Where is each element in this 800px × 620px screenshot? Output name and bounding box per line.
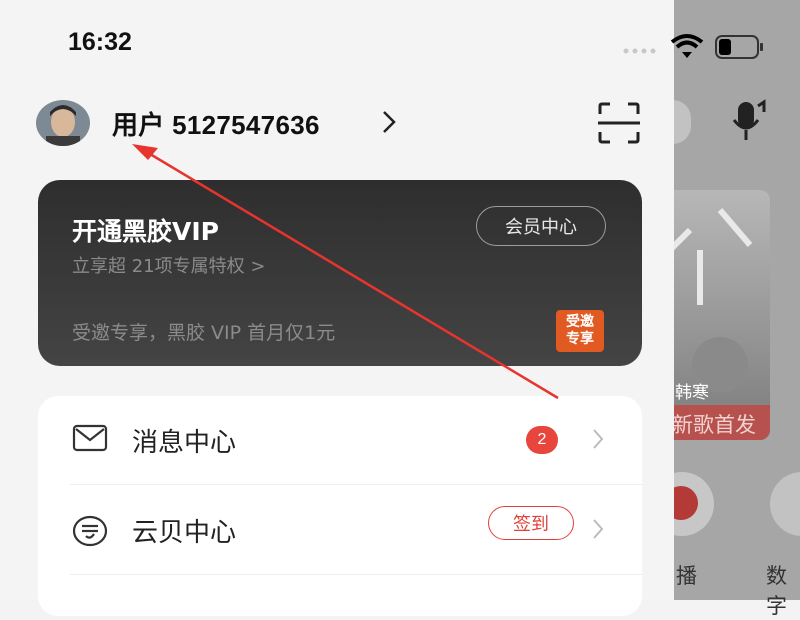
status-icons <box>623 34 763 59</box>
background-card-banner: 新歌首发 <box>660 405 770 440</box>
invite-badge: 受邀 专享 <box>556 310 604 352</box>
user-row[interactable]: 用户 5127547636 <box>36 100 656 150</box>
background-card-banner-text: 新歌首发 <box>672 413 756 437</box>
status-time: 16:32 <box>68 28 132 56</box>
background-label-2: 数字 <box>766 564 787 618</box>
vip-title: 开通黑胶VIP <box>72 217 219 246</box>
divider <box>70 574 642 575</box>
chevron-right-icon <box>593 519 604 539</box>
menu-card: 消息中心 2 云贝中心 签到 <box>38 396 642 616</box>
menu-item-cloud-coins[interactable]: 云贝中心 签到 <box>38 486 642 576</box>
chevron-right-icon[interactable] <box>382 110 396 134</box>
artwork-glyph <box>667 208 753 393</box>
chevron-right-icon <box>593 429 604 449</box>
background-label-1: 播 <box>676 564 697 588</box>
unread-badge: 2 <box>526 426 558 454</box>
invite-badge-line2: 专享 <box>566 331 594 347</box>
checkin-button[interactable]: 签到 <box>488 506 574 540</box>
avatar[interactable] <box>36 100 90 146</box>
microphone-icon <box>732 99 766 140</box>
mail-icon <box>72 424 108 452</box>
coin-icon <box>72 515 108 547</box>
menu-item-label: 消息中心 <box>132 428 237 458</box>
member-center-button[interactable]: 会员中心 <box>476 206 606 246</box>
side-drawer: 16:32 用户 5127547636 开通黑胶VIP 立享超 21项专属特权 … <box>0 0 674 616</box>
vip-card[interactable]: 开通黑胶VIP 立享超 21项专属特权 > 会员中心 受邀专享，黑胶 VIP 首… <box>38 180 642 366</box>
user-name[interactable]: 用户 5127547636 <box>112 105 320 142</box>
background-card-artist: 韩寒 <box>675 383 709 403</box>
divider <box>70 484 642 485</box>
menu-item-messages[interactable]: 消息中心 2 <box>38 396 642 486</box>
scan-icon[interactable] <box>596 100 642 146</box>
menu-item-label: 云贝中心 <box>132 518 237 548</box>
vip-subtitle[interactable]: 立享超 21项专属特权 > <box>72 252 265 278</box>
invite-badge-line1: 受邀 <box>566 314 594 330</box>
background-circle <box>770 472 800 536</box>
vip-promo-text: 受邀专享，黑胶 VIP 首月仅1元 <box>72 322 336 344</box>
